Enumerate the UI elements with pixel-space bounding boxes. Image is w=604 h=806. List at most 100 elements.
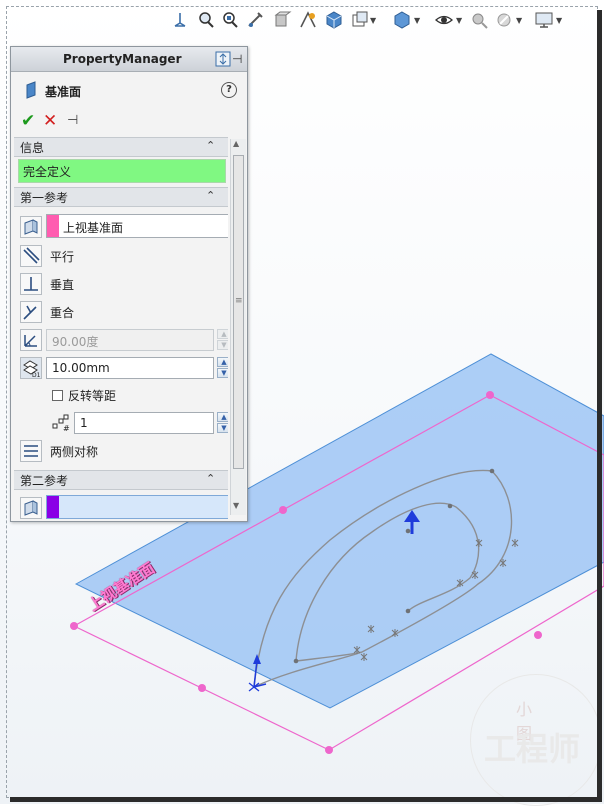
collapse-icon[interactable]: ⌃ [206,189,215,202]
chevron-down-icon[interactable]: ▼ [556,16,562,25]
scroll-up-icon[interactable]: ▲ [233,139,239,148]
spin-down-arrow-icon[interactable]: ▼ [217,423,228,433]
plane-handle[interactable] [279,506,287,514]
group-header-second-reference[interactable]: 第二参考 ⌃ [14,470,228,490]
display-style-icon[interactable] [350,10,370,30]
action-buttons: ✔ ✕ ⊣ [11,109,247,135]
collapse-icon[interactable]: ⌃ [206,472,215,485]
second-reference-selection-box[interactable] [46,495,228,519]
section-view-icon[interactable] [272,10,292,30]
perpendicular-icon[interactable] [20,273,42,295]
frame-shadow [597,10,602,800]
spin-down-arrow-icon[interactable]: ▼ [217,368,228,378]
reference-plane-icon [23,81,41,99]
spin-up-arrow-icon[interactable]: ▲ [217,357,228,367]
plane-count-stepper[interactable]: ▲ ▼ [217,412,228,434]
view-orientation-icon[interactable] [170,10,190,30]
plane-count-value: 1 [80,416,88,430]
offset-distance-icon[interactable]: D1 [20,357,42,379]
edit-appearance-icon[interactable] [434,10,454,30]
spline-point[interactable] [447,503,453,509]
plane-handle[interactable] [70,622,78,630]
angle-icon[interactable] [20,329,42,351]
plane-count-icon: # [52,414,72,433]
spin-up-arrow-icon[interactable]: ▲ [217,329,228,339]
first-reference-value: 上视基准面 [63,221,124,235]
grip-icon: ≡ [235,296,243,306]
hide-show-items-icon[interactable] [392,10,412,30]
group-header-info[interactable]: 信息 ⌃ [14,137,228,157]
chevron-down-icon[interactable]: ▼ [516,16,522,25]
group-title: 信息 [20,141,45,155]
property-manager-header: PropertyManager ⊣ [11,47,247,72]
angle-input[interactable]: 90.00度 [46,329,214,351]
zoom-to-fit-icon[interactable] [196,10,216,30]
scroll-down-icon[interactable]: ▼ [233,501,239,510]
pin-icon[interactable]: ⊣ [232,52,242,66]
monitor-icon[interactable] [534,10,554,30]
chevron-down-icon[interactable]: ▼ [370,16,376,25]
group-title: 第二参考 [20,474,69,488]
parallel-option-label[interactable]: 平行 [50,248,74,265]
coincident-icon[interactable] [20,301,42,323]
zoom-area-icon[interactable] [220,10,240,30]
angle-stepper[interactable]: ▲ ▼ [217,329,228,351]
feature-name: 基准面 [45,85,82,99]
offset-distance-input[interactable]: 10.00mm [46,357,214,379]
perpendicular-option-label[interactable]: 垂直 [50,276,74,293]
status-text: 完全定义 [23,165,72,179]
offset-distance-value: 10.00mm [52,361,110,375]
scrollbar-thumb[interactable]: ≡ [233,155,244,469]
parallel-icon[interactable] [20,245,42,267]
help-button[interactable]: ? [221,82,237,98]
mid-plane-icon[interactable] [20,440,42,462]
chevron-down-icon[interactable]: ▼ [414,16,420,25]
second-reference-icon [20,497,42,519]
spline-point[interactable] [405,528,411,534]
plane-handle[interactable] [534,631,542,639]
view-settings-icon[interactable] [494,10,514,30]
frame-shadow [10,797,602,802]
view-orientation-cube-icon[interactable] [324,10,344,30]
flip-offset-checkbox[interactable] [52,390,63,401]
spline-point[interactable] [405,608,411,614]
plane-handle[interactable] [325,746,333,754]
property-manager-title: PropertyManager [63,52,182,66]
collapse-icon[interactable]: ⌃ [206,139,215,152]
plane-count-input[interactable]: 1 [74,412,214,434]
watermark-main-text: 工程师 [484,730,581,768]
dynamic-annotation-icon[interactable] [298,10,318,30]
property-manager-panel: PropertyManager ⊣ 基准面 ? ✔ ✕ ⊣ 信息 ⌃ 完全定义 … [10,46,248,522]
panel-scrollbar[interactable]: ▲ ≡ ▼ [230,139,246,515]
plane-handle[interactable] [486,391,494,399]
spin-down-arrow-icon[interactable]: ▼ [217,340,228,350]
keep-visible-pin-button[interactable]: ⊣ [67,113,78,128]
ok-button[interactable]: ✔ [21,111,35,131]
selection-color-swatch [47,496,59,518]
apply-scene-icon[interactable] [470,10,490,30]
spline-point[interactable] [293,658,299,664]
cad-window: 上视基准面 小 图 工程师 ▼ ▼ ▼ ▼ ▼ PropertyManager … [0,0,604,806]
svg-text:#: # [63,424,70,432]
group-header-first-reference[interactable]: 第一参考 ⌃ [14,187,228,207]
flip-offset-label[interactable]: 反转等距 [68,387,116,404]
panel-layout-icon[interactable] [215,51,231,67]
cancel-button[interactable]: ✕ [43,111,57,131]
offset-distance-stepper[interactable]: ▲ ▼ [217,357,228,379]
selection-color-swatch [47,215,59,237]
angle-value: 90.00度 [52,335,99,349]
svg-text:D1: D1 [32,372,41,378]
coincident-option-label[interactable]: 重合 [50,304,74,321]
spin-up-arrow-icon[interactable]: ▲ [217,412,228,422]
status-badge: 完全定义 [18,159,226,183]
plane-handle[interactable] [198,684,206,692]
spline-point[interactable] [489,468,495,474]
group-title: 第一参考 [20,191,69,205]
first-reference-icon [20,216,42,238]
property-manager-scroll-area: 信息 ⌃ 完全定义 第一参考 ⌃ 上视基准面 平行 垂直 重合 90.00度 ▲… [14,137,228,519]
mid-plane-label[interactable]: 两侧对称 [50,443,98,460]
first-reference-selection-box[interactable]: 上视基准面 [46,214,228,238]
previous-view-icon[interactable] [246,10,266,30]
chevron-down-icon[interactable]: ▼ [456,16,462,25]
feature-row: 基准面 ? [11,73,247,109]
